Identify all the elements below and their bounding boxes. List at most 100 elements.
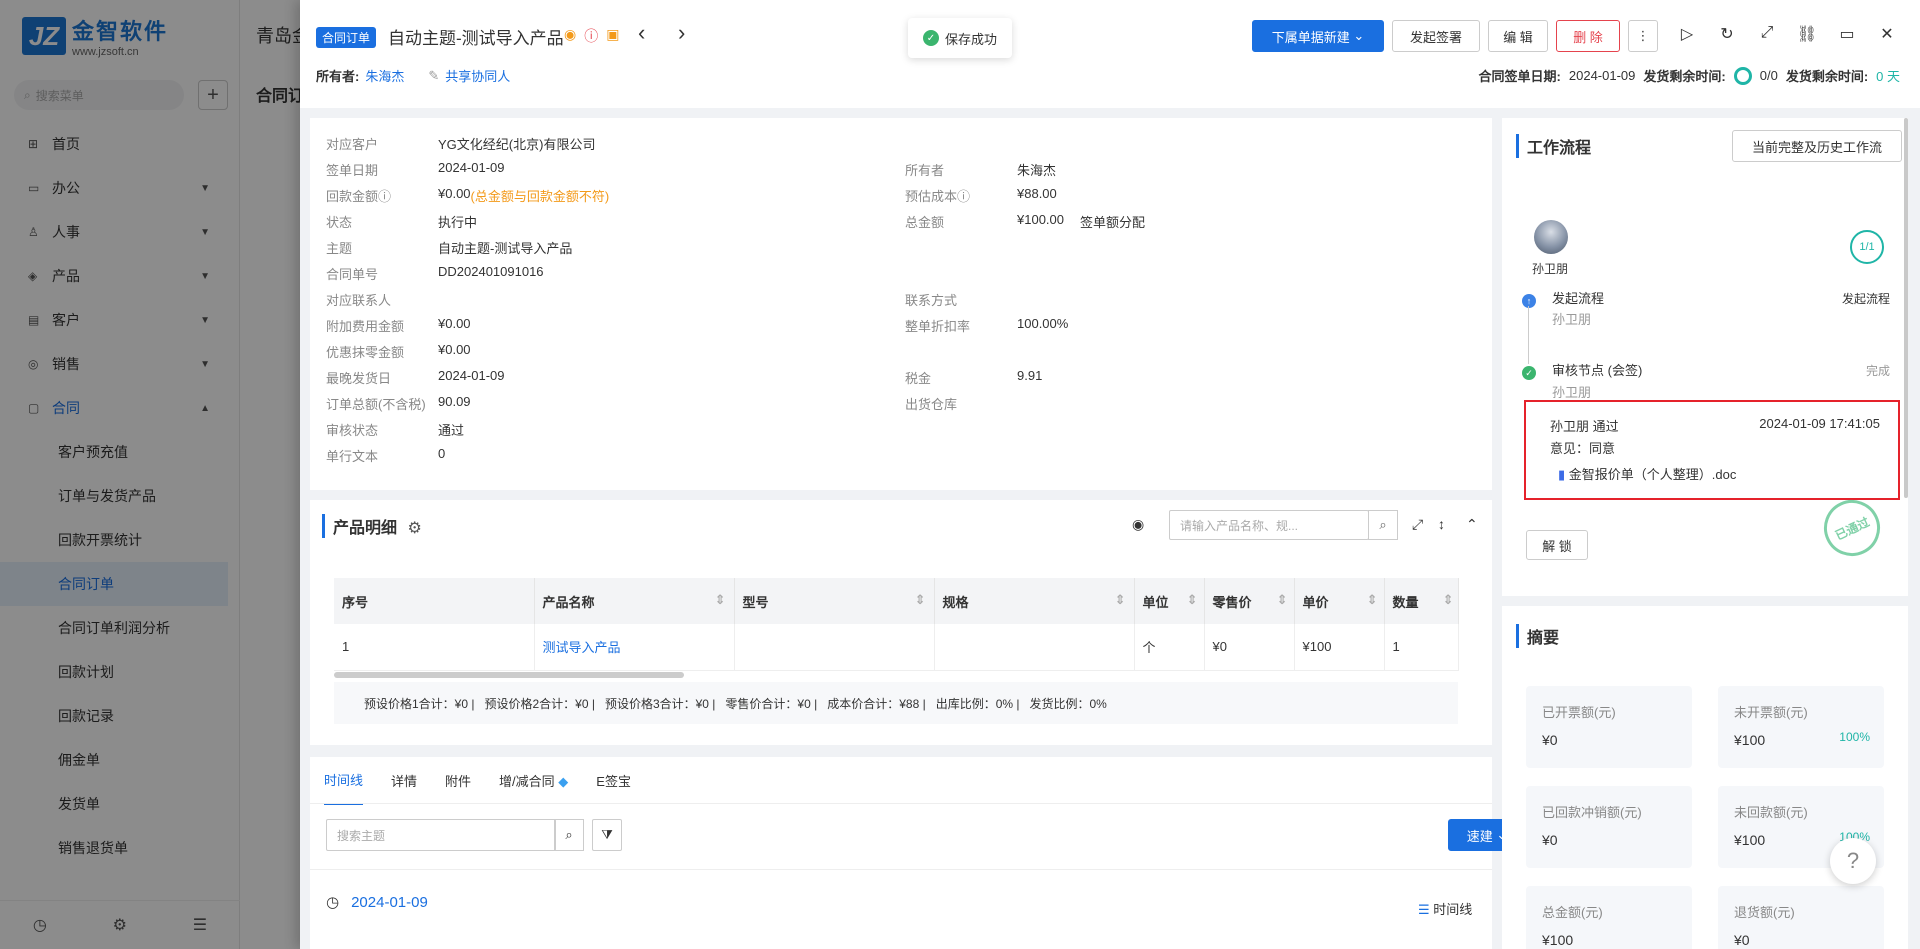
- product-totals-line: 预设价格1合计：¥0 | 预设价格2合计：¥0 | 预设价格3合计：¥0 | 零…: [334, 682, 1458, 724]
- card-label: 未回款额(元): [1734, 805, 1808, 820]
- search-icon[interactable]: ⌕: [554, 819, 584, 851]
- check-icon: ✓: [922, 30, 939, 46]
- help-icon[interactable]: ?: [1830, 838, 1876, 884]
- save-success-toast: ✓ 保存成功: [908, 18, 1012, 58]
- product-name-link[interactable]: 测试导入产品: [534, 624, 735, 671]
- tab-add-reduce-contract[interactable]: 增/减合同 ◆: [499, 771, 568, 790]
- sort-icon[interactable]: ⇕: [915, 592, 926, 608]
- clock-icon: ◷: [326, 894, 340, 911]
- ship-progress-ring-icon: [1733, 66, 1752, 85]
- fullscreen-icon[interactable]: ⤢: [1756, 24, 1778, 42]
- prev-record-icon[interactable]: ‹: [638, 20, 645, 46]
- delete-button[interactable]: 删 除: [1556, 20, 1620, 52]
- sign-amount-allocation-link[interactable]: 签单额分配: [1080, 212, 1145, 231]
- card-label: 退货额(元): [1734, 905, 1795, 920]
- info-panel: 对应客户 YG文化经纪(北京)有限公司 签单日期 2024-01-09 回款金额ⓘ ¥…: [310, 118, 1492, 490]
- summary-card: 总金额(元) ¥100: [1526, 886, 1692, 949]
- step-review-icon: ✓: [1522, 366, 1536, 380]
- tab-attachments[interactable]: 附件: [445, 771, 471, 790]
- card-label: 总金额(元): [1542, 905, 1603, 920]
- modal-overlay[interactable]: [0, 0, 300, 949]
- card-value: ¥100: [1542, 932, 1574, 948]
- gear-icon[interactable]: ⚙: [407, 520, 421, 537]
- summary-card: 已开票额(元) ¥0: [1526, 686, 1692, 768]
- card-value: ¥100: [1734, 832, 1766, 848]
- column-header[interactable]: 零售价 ⇕: [1204, 578, 1295, 624]
- note-icon[interactable]: ▣: [606, 26, 619, 46]
- help-icon: ⓘ: [957, 189, 971, 204]
- dates-line: 合同签单日期: 2024-01-09 发货剩余时间: 0/0 发货剩余时间: 0…: [1478, 66, 1900, 85]
- timeline-search-input[interactable]: 搜索主题: [326, 819, 556, 851]
- column-header[interactable]: 产品名称 ⇕: [534, 578, 735, 624]
- column-header[interactable]: 单价 ⇕: [1294, 578, 1385, 624]
- workflow-scrollbar[interactable]: [1904, 118, 1908, 498]
- sort-icon[interactable]: ⇕: [1277, 592, 1288, 608]
- doc-title: 自动主题-测试导入产品: [388, 29, 564, 48]
- sort-icon[interactable]: ⇕: [1187, 592, 1198, 608]
- tab-esign[interactable]: E签宝: [596, 771, 631, 790]
- fullscreen-icon[interactable]: ⤢: [1412, 516, 1423, 533]
- column-header[interactable]: 序号: [334, 578, 535, 624]
- summary-card: 未开票额(元) ¥100 100%: [1718, 686, 1884, 768]
- column-toggle-icon[interactable]: ◉: [1132, 516, 1144, 533]
- start-sign-button[interactable]: 发起签署: [1392, 20, 1480, 52]
- column-header[interactable]: 型号 ⇕: [734, 578, 935, 624]
- search-icon[interactable]: ⌕: [1368, 510, 1398, 540]
- card-label: 未开票额(元): [1734, 705, 1808, 720]
- sort-icon[interactable]: ⇕: [1115, 592, 1126, 608]
- column-header[interactable]: 数量 ⇕: [1384, 578, 1459, 624]
- attachment-link[interactable]: ▮ 金智报价单（个人整理）.doc: [1558, 464, 1736, 483]
- card-value: ¥0: [1542, 832, 1558, 848]
- workflow-progress-ring: 1/1: [1850, 230, 1884, 264]
- workflow-title: 工作流程: [1516, 134, 1591, 158]
- drawer-header: 合同订单 自动主题-测试导入产品 ◉ ⓘ ▣ ‹ › ✓ 保存成功 下属单据新建 …: [300, 0, 1920, 108]
- next-record-icon[interactable]: ›: [678, 20, 685, 46]
- refresh-icon[interactable]: ↻: [1716, 24, 1738, 44]
- column-header[interactable]: 单位 ⇕: [1134, 578, 1205, 624]
- summary-card: 退货额(元) ¥0: [1718, 886, 1884, 949]
- workflow-panel: 工作流程 当前完整及历史工作流 孙卫朋 1/1 ↑ 发起流程 孙卫朋 发起流程 …: [1502, 118, 1908, 596]
- tab-timeline[interactable]: 时间线: [324, 756, 364, 805]
- table-row: 1 测试导入产品 个 ¥0 ¥100 1: [334, 624, 1459, 671]
- summary-title: 摘要: [1516, 624, 1559, 648]
- card-value: ¥0: [1734, 932, 1750, 948]
- new-sub-document-button[interactable]: 下属单据新建 ⌄: [1252, 20, 1384, 52]
- tab-details[interactable]: 详情: [391, 771, 417, 790]
- link-icon[interactable]: ⛓: [1796, 24, 1818, 44]
- product-detail-panel: 产品明细 ⚙ ◉ 请输入产品名称、规... ⌕ ⤢ ↕ ⌃ 序号 产品名称 ⇕ 型…: [310, 500, 1492, 745]
- avatar-name: 孙卫朋: [1532, 262, 1569, 276]
- owner-name-link[interactable]: 朱海杰: [365, 66, 404, 85]
- expand-rows-icon[interactable]: ↕: [1438, 516, 1445, 532]
- approved-stamp-icon: 已通过: [1814, 490, 1890, 566]
- share-collaborator-link[interactable]: 共享协同人: [445, 66, 510, 85]
- more-menu-button[interactable]: ⋮: [1628, 20, 1658, 52]
- close-icon[interactable]: ✕: [1876, 24, 1898, 44]
- filter-icon[interactable]: ⧩: [592, 819, 622, 851]
- play-icon[interactable]: ▷: [1676, 24, 1698, 44]
- owner-line: 所有者: 朱海杰 ✎ 共享协同人: [316, 66, 511, 85]
- sort-icon[interactable]: ⇕: [715, 592, 726, 608]
- edit-button[interactable]: 编 辑: [1488, 20, 1548, 52]
- timeline-tabs: 时间线 详情 附件 增/减合同 ◆ E签宝: [324, 756, 631, 805]
- table-header-row: 序号 产品名称 ⇕ 型号 ⇕ 规格 ⇕ 单位 ⇕ 零售价 ⇕ 单价 ⇕ 数量 ⇕: [334, 578, 1459, 624]
- collapse-icon[interactable]: ⌃: [1466, 516, 1478, 533]
- unlock-button[interactable]: 解 锁: [1526, 530, 1588, 560]
- doc-type-badge: 合同订单: [316, 27, 377, 48]
- sort-icon[interactable]: ⇕: [1443, 592, 1454, 608]
- divider: [310, 869, 1492, 870]
- help-icon: ⓘ: [378, 189, 392, 204]
- detail-drawer: 合同订单 自动主题-测试导入产品 ◉ ⓘ ▣ ‹ › ✓ 保存成功 下属单据新建 …: [300, 0, 1920, 949]
- customer-link[interactable]: YG文化经纪(北京)有限公司: [438, 134, 595, 153]
- workflow-history-button[interactable]: 当前完整及历史工作流: [1732, 130, 1902, 162]
- table-horizontal-scrollbar[interactable]: [334, 672, 684, 678]
- product-table: 序号 产品名称 ⇕ 型号 ⇕ 规格 ⇕ 单位 ⇕ 零售价 ⇕ 单价 ⇕ 数量 ⇕ 1 测试导入…: [334, 578, 1459, 671]
- panel-icon[interactable]: ▭: [1836, 24, 1858, 44]
- product-search-input[interactable]: 请输入产品名称、规...: [1169, 510, 1369, 540]
- star-icon[interactable]: ◉: [564, 26, 576, 46]
- alert-icon[interactable]: ⓘ: [584, 26, 598, 46]
- card-value: ¥0: [1542, 732, 1558, 748]
- sort-icon[interactable]: ⇕: [1367, 592, 1378, 608]
- chevron-down-icon: ⌄: [1353, 28, 1365, 43]
- timeline-mode-toggle[interactable]: ☰ 时间线: [1418, 899, 1472, 918]
- column-header[interactable]: 规格 ⇕: [934, 578, 1135, 624]
